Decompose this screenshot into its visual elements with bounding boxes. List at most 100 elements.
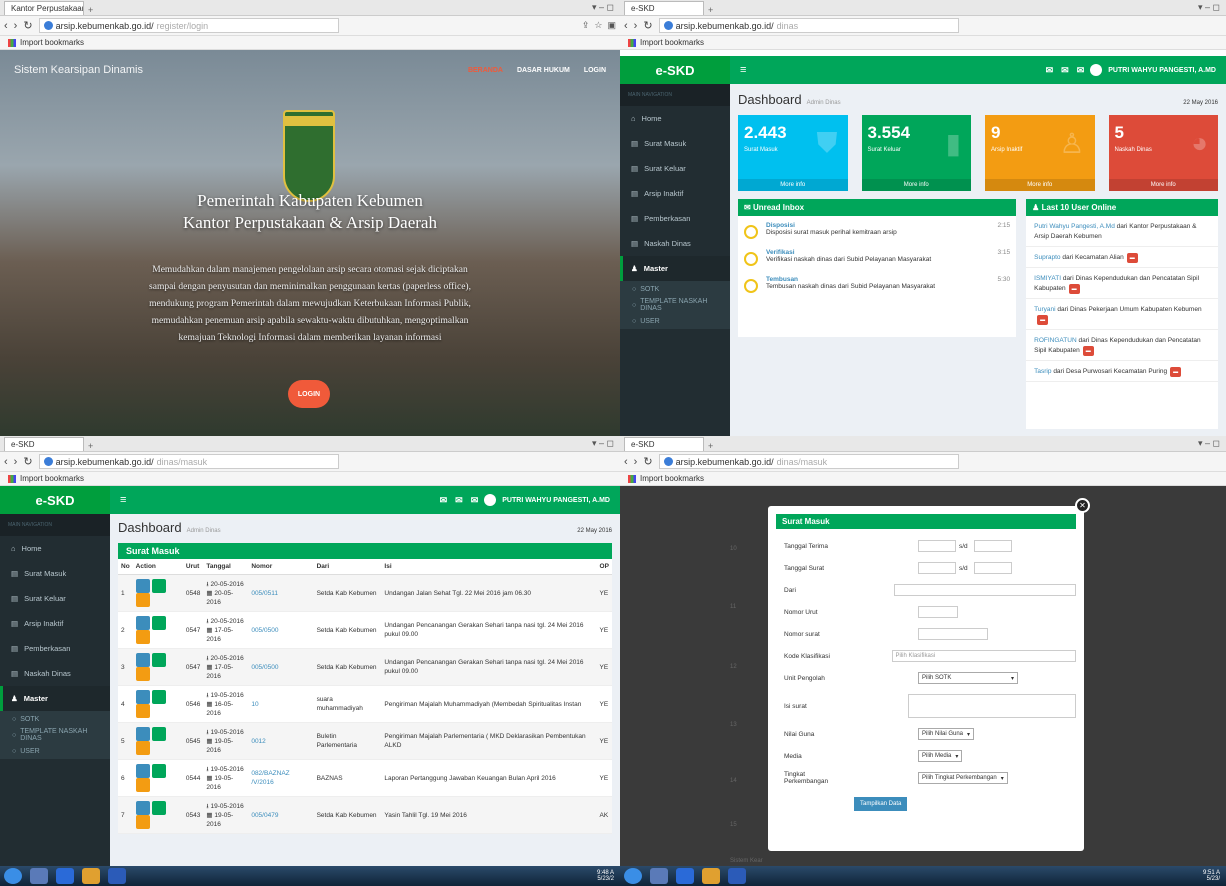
menu-toggle-icon[interactable]: ≡: [740, 64, 746, 76]
back-icon[interactable]: ‹: [4, 456, 8, 468]
tampilkan-data-button[interactable]: Tampilkan Data: [854, 797, 908, 811]
edit-icon[interactable]: [135, 690, 150, 704]
inbox-item-title[interactable]: Verifikasi: [766, 249, 931, 256]
file-icon[interactable]: [135, 630, 150, 644]
nav-dasar-hukum[interactable]: DASAR HUKUM: [517, 67, 570, 74]
reload-icon[interactable]: ↻: [643, 455, 652, 468]
sidebar-item-pemberkasan[interactable]: ▤ Pemberkasan: [0, 636, 110, 661]
app-logo[interactable]: e-SKD: [0, 486, 110, 514]
envelope-icon[interactable]: ✉: [1061, 65, 1069, 76]
sidebar-item-home[interactable]: ⌂ Home: [620, 106, 730, 131]
apps-icon[interactable]: [628, 474, 636, 483]
more-info-link[interactable]: More info: [861, 179, 971, 191]
browser-tab[interactable]: e-SKD: [4, 437, 84, 451]
word-icon[interactable]: [108, 868, 126, 884]
login-button[interactable]: LOGIN: [288, 380, 330, 408]
browser-tab[interactable]: e-SKD: [624, 437, 704, 451]
address-input[interactable]: arsip.kebumenkab.go.id/dinas: [658, 18, 959, 33]
import-bookmarks-link[interactable]: Import bookmarks: [640, 474, 704, 483]
media-select[interactable]: Pilih Media ▾: [918, 750, 963, 762]
file-icon[interactable]: [135, 815, 150, 829]
lock-icon[interactable]: [151, 727, 166, 741]
import-bookmarks-link[interactable]: Import bookmarks: [20, 474, 84, 483]
edit-icon[interactable]: [135, 727, 150, 741]
envelope-icon[interactable]: ✉: [455, 495, 463, 506]
cell-nomor[interactable]: 005/0500: [248, 611, 314, 649]
tanggal-terima-from[interactable]: [918, 540, 956, 552]
explorer-icon[interactable]: [30, 868, 48, 884]
file-icon[interactable]: [135, 593, 150, 607]
edit-icon[interactable]: [135, 653, 150, 667]
close-icon[interactable]: ✕: [1075, 498, 1090, 513]
sidebar-subitem-template[interactable]: ○ TEMPLATE NASKAH DINAS: [0, 727, 110, 743]
online-user-name[interactable]: Putri Wahyu Pangesti, A.Md: [1034, 223, 1115, 230]
cell-nomor[interactable]: 082/BAZNAZ /V/2016: [248, 759, 314, 797]
edit-icon[interactable]: [135, 579, 150, 593]
inbox-item-title[interactable]: Disposisi: [766, 222, 897, 229]
brand-title[interactable]: Sistem Kearsipan Dinamis: [14, 64, 143, 76]
sidebar-subitem-sotk[interactable]: ○ SOTK: [0, 711, 110, 727]
file-icon[interactable]: [135, 704, 150, 718]
nilai-guna-select[interactable]: Pilih Nilai Guna ▾: [918, 728, 975, 740]
new-tab-icon[interactable]: +: [88, 441, 93, 451]
edit-icon[interactable]: [135, 801, 150, 815]
sidebar-item-naskah-dinas[interactable]: ▤ Naskah Dinas: [0, 661, 110, 686]
lock-icon[interactable]: [151, 764, 166, 778]
more-info-link[interactable]: More info: [1108, 179, 1218, 191]
start-icon[interactable]: [4, 868, 22, 884]
tanggal-surat-from[interactable]: [918, 562, 956, 574]
sidebar-item-surat-masuk[interactable]: ▤ Surat Masuk: [620, 131, 730, 156]
envelope-icon[interactable]: ✉: [1077, 65, 1085, 76]
nomor-surat-input[interactable]: [918, 628, 988, 640]
sidebar-item-pemberkasan[interactable]: ▤ Pemberkasan: [620, 206, 730, 231]
file-icon[interactable]: [135, 667, 150, 681]
lock-icon[interactable]: [151, 579, 166, 593]
back-icon[interactable]: ‹: [624, 456, 628, 468]
menu-toggle-icon[interactable]: ≡: [120, 494, 126, 506]
share-icon[interactable]: ⇪: [582, 20, 590, 31]
apps-icon[interactable]: [628, 38, 636, 47]
outlook-icon[interactable]: [56, 868, 74, 884]
new-tab-icon[interactable]: +: [708, 5, 713, 15]
klasifikasi-select[interactable]: Pilih Klasifikasi: [891, 650, 1076, 662]
dari-input[interactable]: [893, 584, 1076, 596]
reload-icon[interactable]: ↻: [643, 19, 652, 32]
edit-icon[interactable]: [135, 764, 150, 778]
sidebar-item-home[interactable]: ⌂ Home: [0, 536, 110, 561]
sidebar-item-master[interactable]: ♟ Master: [0, 686, 110, 711]
window-controls[interactable]: ▾ – ◻: [592, 438, 614, 449]
reload-icon[interactable]: ↻: [23, 455, 32, 468]
sidebar-item-surat-keluar[interactable]: ▤ Surat Keluar: [620, 156, 730, 181]
forward-icon[interactable]: ›: [634, 20, 638, 32]
browser-tab[interactable]: e-SKD: [624, 1, 704, 15]
edit-icon[interactable]: [135, 616, 150, 630]
sidebar-item-arsip-inaktif[interactable]: ▤ Arsip Inaktif: [620, 181, 730, 206]
outlook-icon[interactable]: [676, 868, 694, 884]
reload-icon[interactable]: ↻: [23, 19, 32, 32]
new-tab-icon[interactable]: +: [88, 5, 93, 15]
forward-icon[interactable]: ›: [14, 20, 18, 32]
sidebar-subitem-user[interactable]: ○ USER: [620, 313, 730, 329]
file-icon[interactable]: [135, 741, 150, 755]
address-input[interactable]: arsip.kebumenkab.go.id/register/login: [38, 18, 339, 33]
online-user-name[interactable]: Suprapto: [1034, 254, 1060, 261]
inbox-item[interactable]: Tembusan Tembusan naskah dinas dari Subid…: [738, 270, 1016, 297]
nav-login[interactable]: LOGIN: [584, 67, 606, 74]
tanggal-terima-to[interactable]: [974, 540, 1012, 552]
lock-icon[interactable]: [151, 801, 166, 815]
file-icon[interactable]: [135, 778, 150, 792]
sidebar-item-surat-masuk[interactable]: ▤ Surat Masuk: [0, 561, 110, 586]
app-logo[interactable]: e-SKD: [620, 56, 730, 84]
online-user-name[interactable]: Tasrip: [1034, 368, 1051, 375]
inbox-item[interactable]: Verifikasi Verifikasi naskah dinas dari S…: [738, 243, 1016, 270]
inbox-item[interactable]: Disposisi Disposisi surat masuk perihal k…: [738, 216, 1016, 243]
new-tab-icon[interactable]: +: [708, 441, 713, 451]
envelope-icon[interactable]: ✉: [1046, 65, 1054, 76]
address-input[interactable]: arsip.kebumenkab.go.id/dinas/masuk: [38, 454, 339, 469]
inbox-item-title[interactable]: Tembusan: [766, 276, 935, 283]
chrome-icon[interactable]: [702, 868, 720, 884]
avatar[interactable]: [1090, 64, 1103, 76]
lock-icon[interactable]: [151, 616, 166, 630]
online-user-name[interactable]: ROFINGATUN: [1034, 337, 1077, 344]
window-controls[interactable]: ▾ – ◻: [592, 2, 614, 13]
